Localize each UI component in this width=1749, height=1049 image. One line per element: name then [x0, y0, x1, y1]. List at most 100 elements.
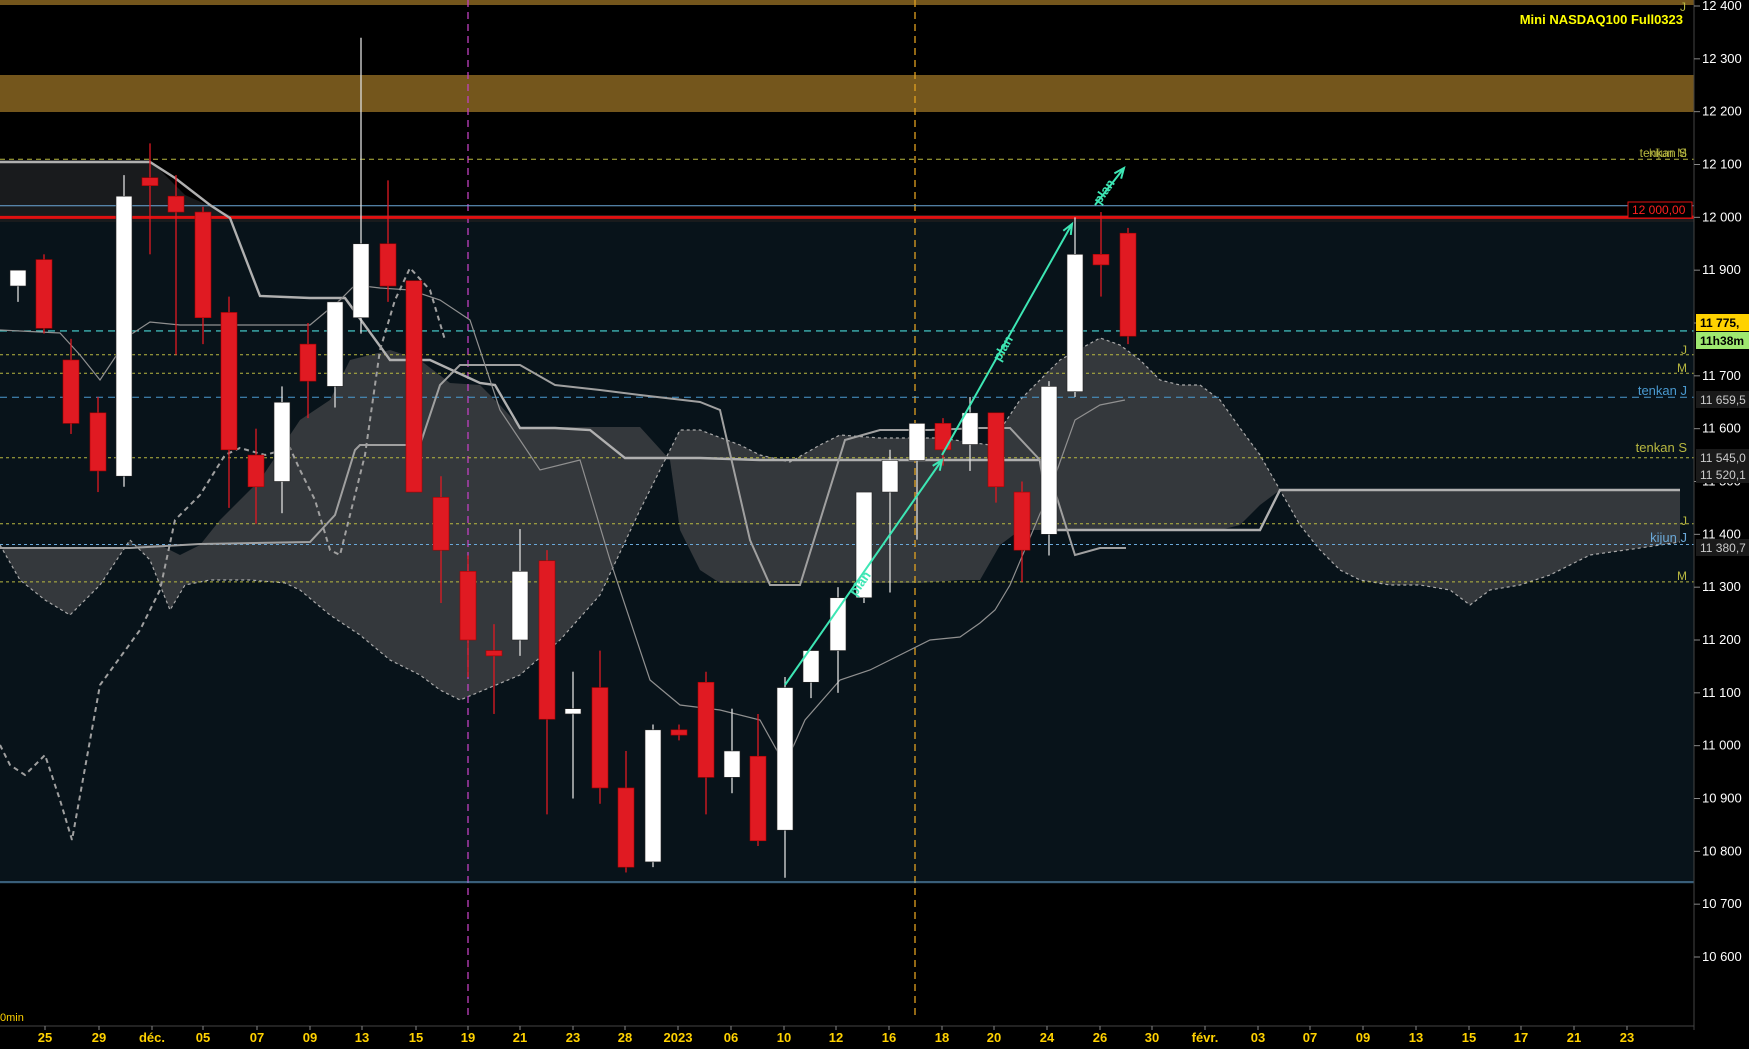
label-j1: J — [1681, 343, 1687, 357]
x-tick-label: 28 — [618, 1030, 632, 1045]
candle-body[interactable] — [9, 269, 27, 287]
candle-body[interactable] — [829, 597, 847, 651]
x-tick-label: 21 — [513, 1030, 527, 1045]
tag-timer-text: 11h38m — [1700, 334, 1744, 348]
x-tick-label: févr. — [1192, 1030, 1219, 1045]
x-tick-label: 20 — [987, 1030, 1001, 1045]
tag-kijun-j: 11 380,7 — [1696, 539, 1749, 556]
label-tenkan-j: tenkan J — [1638, 383, 1687, 398]
candle[interactable] — [405, 280, 423, 493]
x-tick-label: 10 — [777, 1030, 791, 1045]
candle-body[interactable] — [1066, 254, 1084, 392]
y-tick-label: 10 800 — [1702, 843, 1742, 858]
candle-body[interactable] — [432, 497, 450, 551]
x-tick-label: 15 — [409, 1030, 423, 1045]
candle-body[interactable] — [141, 177, 159, 186]
candle-body[interactable] — [273, 401, 291, 482]
candle-body[interactable] — [934, 423, 952, 451]
candle-body[interactable] — [723, 750, 741, 778]
x-tick-label: 12 — [829, 1030, 843, 1045]
tag-12000-text: 12 000,00 — [1632, 203, 1686, 217]
x-tick-label: 03 — [1251, 1030, 1265, 1045]
tag-extra: 11 520,1 — [1696, 466, 1749, 483]
y-tick-label: 11 000 — [1702, 738, 1741, 753]
y-tick-label: 11 300 — [1702, 579, 1741, 594]
x-tick-label: déc. — [139, 1030, 165, 1045]
candle-body[interactable] — [908, 423, 926, 461]
candle-body[interactable] — [776, 687, 794, 831]
y-tick-label: 10 700 — [1702, 896, 1742, 911]
candle[interactable] — [115, 175, 133, 487]
x-tick-label: 23 — [566, 1030, 580, 1045]
candlestick-chart[interactable]: planplanplantenkan Skijun MJMtenkan Jten… — [0, 0, 1749, 1049]
candle-body[interactable] — [538, 560, 556, 720]
y-tick-label: 11 100 — [1702, 685, 1741, 700]
candle-body[interactable] — [1119, 232, 1137, 337]
x-tick-label: 21 — [1567, 1030, 1581, 1045]
candle-body[interactable] — [326, 301, 344, 387]
x-tick-label: 19 — [461, 1030, 475, 1045]
top-resistance-line — [0, 0, 1694, 5]
candle-body[interactable] — [987, 412, 1005, 488]
candle-body[interactable] — [1013, 491, 1031, 551]
candle-body[interactable] — [881, 460, 899, 493]
x-tick-label: 17 — [1514, 1030, 1528, 1045]
candle-body[interactable] — [405, 280, 423, 493]
x-tick-label: 06 — [724, 1030, 738, 1045]
candle-body[interactable] — [961, 412, 979, 445]
tag-tenkan-j-text: 11 659,5 — [1700, 393, 1746, 407]
x-tick-label: 15 — [1462, 1030, 1476, 1045]
label-tenkan-s: tenkan S — [1636, 440, 1688, 455]
candle-body[interactable] — [1092, 254, 1110, 266]
candle-body[interactable] — [379, 243, 397, 287]
candle-body[interactable] — [591, 687, 609, 789]
chart-root: plan plan plan tenkan Skijun M J Mtenkan Jten… — [0, 0, 1749, 1049]
candle-body[interactable] — [115, 195, 133, 477]
candle-body[interactable] — [644, 729, 662, 863]
y-tick-label: 11 900 — [1702, 262, 1741, 277]
label-kijun-j: kijun J — [1650, 530, 1687, 545]
candle-body[interactable] — [459, 571, 477, 641]
candle-body[interactable] — [247, 454, 265, 488]
timeframe-label: 0min — [0, 1012, 24, 1024]
x-tick-label: 18 — [935, 1030, 949, 1045]
label-kijun-m-top: kijun M — [1649, 146, 1687, 160]
candle-body[interactable] — [617, 787, 635, 868]
candle-body[interactable] — [749, 755, 767, 842]
candle[interactable] — [1040, 381, 1058, 556]
y-tick-label: 12 100 — [1702, 157, 1742, 172]
candle-body[interactable] — [194, 211, 212, 319]
candle-body[interactable] — [352, 243, 370, 319]
candle-body[interactable] — [697, 681, 715, 778]
candle[interactable] — [35, 254, 53, 334]
tag-last-price-text: 11 775, — [1700, 316, 1739, 330]
y-tick-label: 10 600 — [1702, 949, 1742, 964]
candle-body[interactable] — [511, 571, 529, 641]
tag-tenkan-s-text: 11 545,0 — [1700, 451, 1746, 465]
candle[interactable] — [644, 724, 662, 868]
tag-12000: 12 000,00 — [1627, 201, 1693, 219]
candle-body[interactable] — [670, 729, 688, 736]
tag-last-price: 11 775, — [1696, 314, 1749, 331]
candle-body[interactable] — [35, 259, 53, 329]
tag-kijun-j-text: 11 380,7 — [1700, 541, 1746, 555]
candle-body[interactable] — [167, 195, 185, 213]
candle-body[interactable] — [485, 650, 503, 657]
x-tick-label: 09 — [303, 1030, 317, 1045]
y-tick-label: 12 400 — [1702, 0, 1742, 13]
candle-body[interactable] — [1040, 386, 1058, 535]
candle-body[interactable] — [62, 359, 80, 424]
x-tick-label: 25 — [38, 1030, 52, 1045]
candle-body[interactable] — [299, 343, 317, 382]
x-tick-label: 05 — [196, 1030, 210, 1045]
x-tick-label: 16 — [882, 1030, 896, 1045]
y-tick-label: 10 900 — [1702, 791, 1742, 806]
candle-body[interactable] — [220, 312, 238, 451]
y-tick-label: 12 200 — [1702, 104, 1742, 119]
candle-body[interactable] — [89, 412, 107, 472]
candle-body[interactable] — [564, 708, 582, 715]
x-tick-label: 29 — [92, 1030, 106, 1045]
x-tick-label: 2023 — [664, 1030, 693, 1045]
candle[interactable] — [1119, 227, 1137, 345]
y-tick-label: 11 700 — [1702, 368, 1741, 383]
